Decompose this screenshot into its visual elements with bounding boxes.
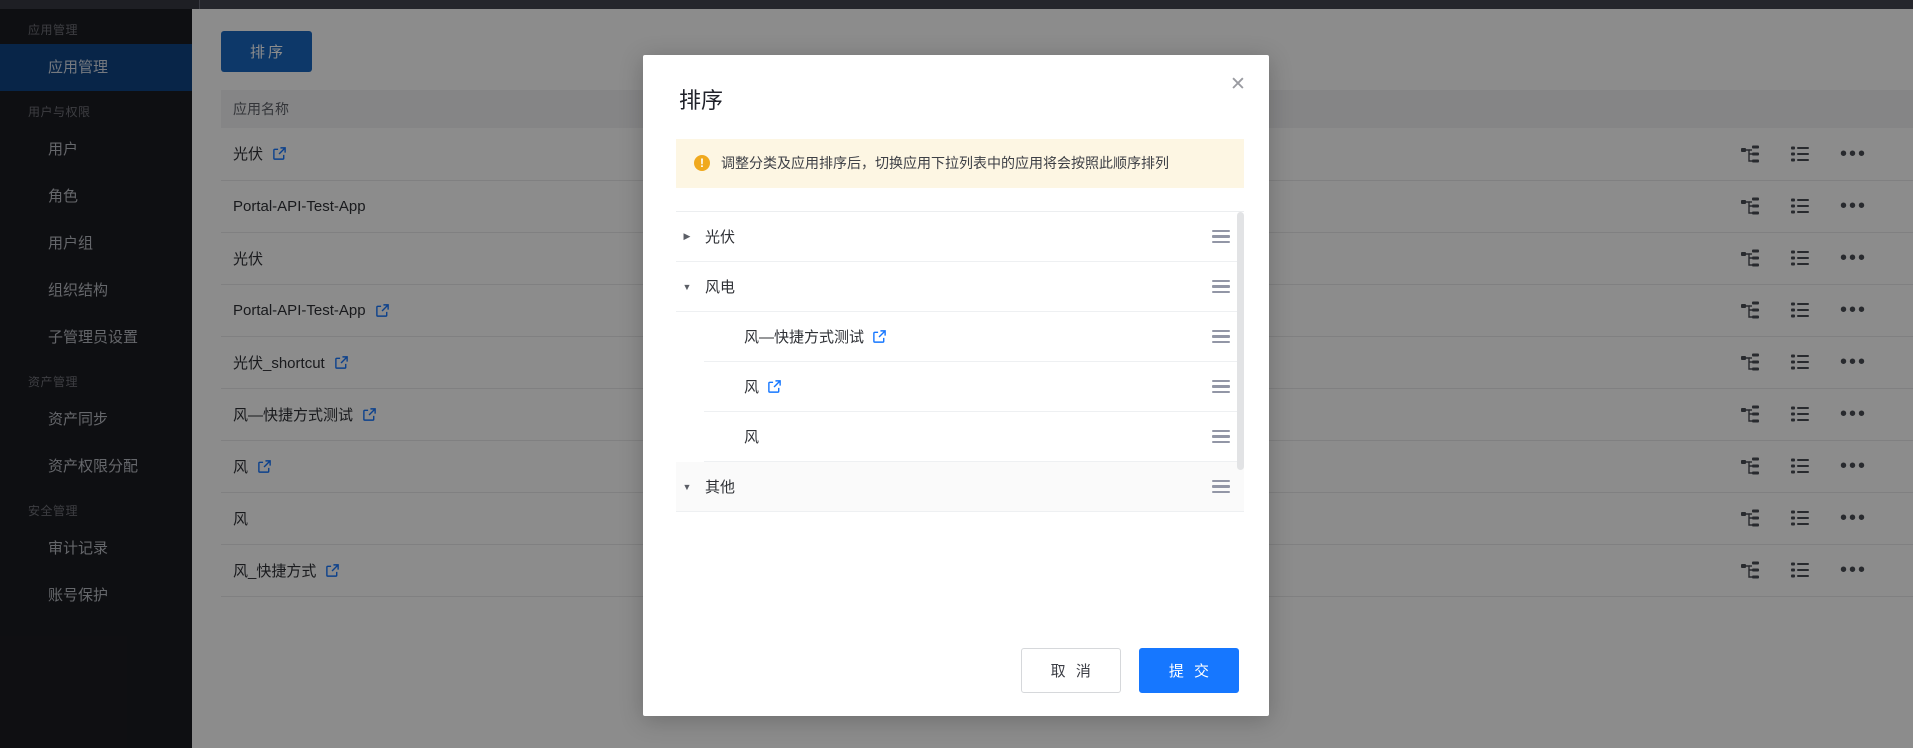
tree-row-label: 光伏 [705, 229, 736, 246]
external-link-icon[interactable] [872, 329, 887, 344]
chevron-down-icon[interactable]: ▼ [676, 282, 698, 292]
modal-body: ! 调整分类及应用排序后，切换应用下拉列表中的应用将会按照此顺序排列 ▶ 光伏 ▼ 风… [643, 115, 1269, 624]
drag-handle-icon[interactable] [1212, 279, 1230, 294]
cancel-button[interactable]: 取 消 [1020, 647, 1121, 693]
tree-row-label-wrap: 光伏 [698, 226, 1212, 247]
tree-row[interactable]: ▼ 其他 [676, 462, 1244, 512]
chevron-down-icon[interactable]: ▼ [676, 482, 698, 492]
tree-row[interactable]: ▼ 风电 [676, 262, 1244, 312]
app-root: 应用管理 应用管理 用户与权限 用户 角色 用户组 组织结构 子管理员设置 资产管理 资产同步 资产… [0, 0, 1913, 748]
tree-row-label-wrap: 风—快捷方式测试 [726, 326, 1212, 347]
tree-row-label: 风电 [705, 279, 736, 296]
drag-handle-icon[interactable] [1212, 229, 1230, 244]
close-icon[interactable]: ✕ [1223, 69, 1253, 99]
tree-row[interactable]: ·风 [704, 412, 1244, 462]
chevron-right-icon[interactable]: ▶ [676, 231, 698, 242]
warning-icon: ! [694, 155, 710, 171]
tree-scrollbar-thumb[interactable] [1237, 212, 1244, 470]
tree-row[interactable]: ▶ 光伏 [676, 212, 1244, 262]
tree-row-label-wrap: 风 [726, 376, 1212, 397]
notice-banner: ! 调整分类及应用排序后，切换应用下拉列表中的应用将会按照此顺序排列 [676, 139, 1244, 188]
tree-indent-spacer: · [704, 332, 726, 342]
notice-text: 调整分类及应用排序后，切换应用下拉列表中的应用将会按照此顺序排列 [721, 155, 1169, 171]
tree-row-label-wrap: 其他 [698, 476, 1212, 497]
tree-row-label: 风 [744, 429, 760, 446]
drag-handle-icon[interactable] [1212, 379, 1230, 394]
drag-handle-icon[interactable] [1212, 429, 1230, 444]
sort-modal: ✕ 排序 ! 调整分类及应用排序后，切换应用下拉列表中的应用将会按照此顺序排列 … [643, 55, 1269, 716]
drag-handle-icon[interactable] [1212, 479, 1230, 494]
tree-row-label: 风—快捷方式测试 [744, 329, 865, 346]
tree-row-label: 其他 [705, 479, 736, 496]
window-top-bar [0, 0, 1913, 9]
tree-row-label-wrap: 风电 [698, 276, 1212, 297]
submit-button[interactable]: 提 交 [1138, 647, 1239, 693]
modal-footer: 取 消 提 交 [643, 624, 1269, 716]
sortable-tree: ▶光伏▼风电·风—快捷方式测试·风·风▼其他 [676, 211, 1244, 624]
drag-handle-icon[interactable] [1212, 329, 1230, 344]
window-top-bar-segment [0, 0, 200, 9]
tree-row[interactable]: · 风—快捷方式测试 [704, 312, 1244, 362]
modal-title: 排序 [679, 88, 724, 113]
tree-row-label: 风 [744, 379, 760, 396]
external-link-icon[interactable] [767, 379, 782, 394]
tree-indent-spacer: · [704, 432, 726, 442]
tree-row-label-wrap: 风 [726, 426, 1212, 447]
tree-row[interactable]: ·风 [704, 362, 1244, 412]
sortable-tree-wrapper: ▶光伏▼风电·风—快捷方式测试·风·风▼其他 [676, 211, 1244, 624]
tree-scrollbar[interactable] [1237, 212, 1244, 586]
tree-indent-spacer: · [704, 382, 726, 392]
